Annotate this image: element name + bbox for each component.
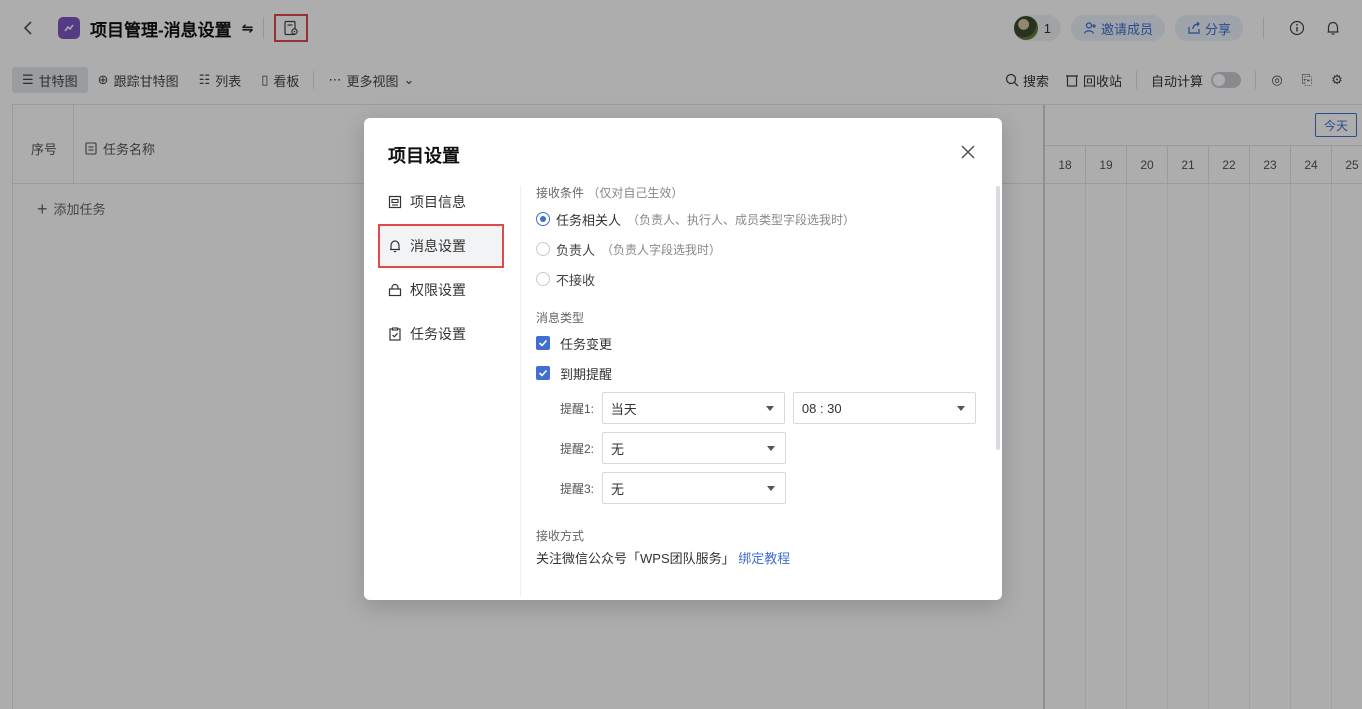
checkbox-checked[interactable] [536,336,550,350]
radio-task-related-hint: （负责人、执行人、成员类型字段选我时） [627,212,856,227]
reminder-2-row: 提醒2: 无 [536,428,976,468]
due-reminder-label: 到期提醒 [560,366,613,382]
reminder-1-time-value: 08 : 30 [801,400,842,416]
reminder-1-day-value: 当天 [610,401,637,417]
reminder-1-day-select[interactable]: 当天 [601,392,785,424]
checkbox-due-reminder[interactable]: 到期提醒 [536,358,976,388]
close-icon [961,145,975,159]
reminder-1-row: 提醒1: 当天 08 : 30 [536,388,976,428]
nav-permission-settings[interactable]: 权限设置 [380,270,502,310]
bell-icon [390,240,400,253]
nav-task-settings-label: 任务设置 [410,326,466,342]
reminder-3-day-value: 无 [611,481,625,497]
receive-method-row: 关注微信公众号「WPS团队服务」 绑定教程 [536,546,976,572]
dialog-scrollbar[interactable] [996,186,1000,450]
radio-button[interactable] [536,272,550,286]
nav-message-settings-label: 消息设置 [410,238,466,254]
caret-down-icon [957,406,965,411]
reminder-3-label: 提醒3: [560,481,595,496]
task-change-label: 任务变更 [560,336,613,352]
check-icon [538,369,548,377]
radio-owner[interactable]: 负责人 （负责人字段选我时） [536,234,976,264]
reminder-1-label: 提醒1: [560,401,595,416]
reminder-3-day-select[interactable]: 无 [602,472,786,504]
nav-message-settings[interactable]: 消息设置 [378,224,504,268]
receive-condition-heading: 接收条件 （仅对自己生效） [536,182,976,204]
message-type-label: 消息类型 [536,311,585,325]
nav-project-info-label: 项目信息 [410,194,466,210]
radio-button[interactable] [536,242,550,256]
reminder-1-time-select[interactable]: 08 : 30 [792,392,976,424]
receive-condition-label: 接收条件 [536,186,585,200]
checkbox-checked[interactable] [536,366,550,380]
radio-task-related[interactable]: 任务相关人 （负责人、执行人、成员类型字段选我时） [536,204,976,234]
radio-no-receive-label: 不接收 [556,272,596,288]
radio-no-receive[interactable]: 不接收 [536,264,976,294]
divider [520,186,521,596]
radio-owner-hint: （负责人字段选我时） [601,242,722,257]
nav-project-info[interactable]: 项目信息 [380,182,502,222]
lock-icon [388,283,402,297]
close-button[interactable] [956,140,980,164]
radio-button-selected[interactable] [536,212,550,226]
caret-down-icon [765,406,774,411]
nav-permission-settings-label: 权限设置 [410,282,466,298]
settings-nav: 项目信息 消息设置 权限设置 任务设置 [378,182,504,358]
radio-task-related-label: 任务相关人 [556,212,622,228]
check-icon [538,339,548,347]
dialog-title: 项目设置 [388,146,460,166]
reminder-3-row: 提醒3: 无 [536,468,976,508]
caret-down-icon [767,486,775,491]
checkbox-task-change[interactable]: 任务变更 [536,328,976,358]
radio-owner-label: 负责人 [556,242,596,258]
receive-method-label: 接收方式 [536,529,585,543]
receive-condition-hint: （仅对自己生效） [587,186,684,200]
receive-method-text: 关注微信公众号「WPS团队服务」 [536,551,735,566]
info-card-icon [388,195,402,209]
caret-down-icon [767,446,775,451]
clipboard-check-icon [389,327,401,341]
project-settings-dialog: 项目设置 项目信息 消息设置 权限设置 任务设置 接收条件 （仅对自己生效） 任… [364,118,1002,600]
reminder-2-day-value: 无 [611,441,625,457]
nav-task-settings[interactable]: 任务设置 [380,314,502,354]
message-settings-panel: 接收条件 （仅对自己生效） 任务相关人 （负责人、执行人、成员类型字段选我时） … [536,182,976,592]
reminder-2-day-select[interactable]: 无 [602,432,786,464]
bind-tutorial-link[interactable]: 绑定教程 [738,551,790,566]
reminder-2-label: 提醒2: [560,441,595,456]
